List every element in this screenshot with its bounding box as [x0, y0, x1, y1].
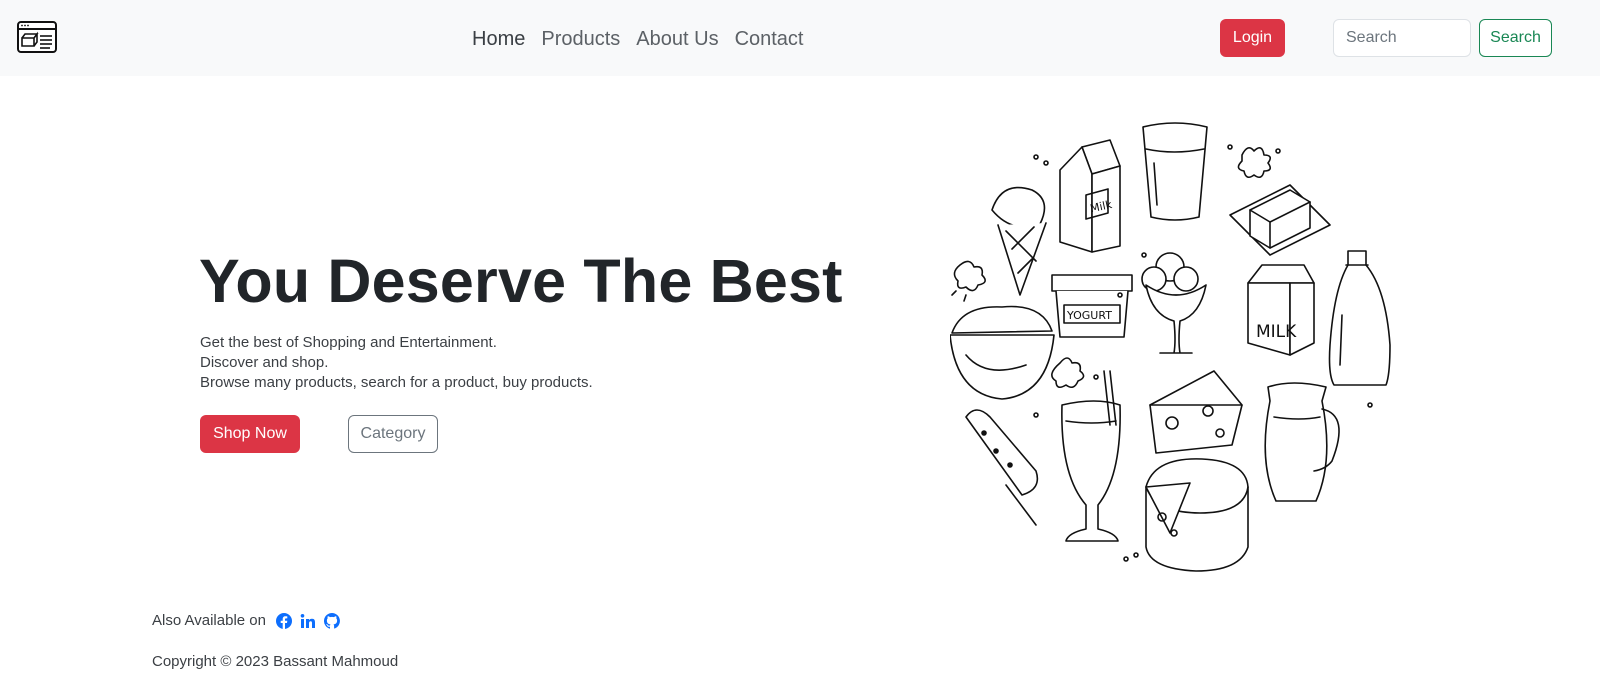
- ice-cream-sundae-icon: [1141, 252, 1207, 354]
- butter-dish-icon: [1229, 184, 1331, 256]
- nav-link-contact[interactable]: Contact: [735, 26, 804, 52]
- search-input[interactable]: [1333, 19, 1471, 57]
- milk-carton-icon: MILK: [1247, 264, 1315, 356]
- popsicle-icon: [965, 409, 1039, 526]
- hero-line: Browse many products, search for a produ…: [200, 374, 593, 391]
- navbar: Home Products About Us Contact Login Sea…: [0, 0, 1600, 76]
- splash-icon: [951, 260, 986, 302]
- brand-logo-icon[interactable]: [16, 20, 58, 54]
- dairy-products-illustration: Milk YOGURT MILK: [949, 115, 1420, 575]
- splash-icon: [1051, 357, 1099, 389]
- footer-available: Also Available on: [152, 612, 340, 629]
- milk-pitcher-icon: [1264, 382, 1340, 502]
- milk-bottle-icon: [1328, 250, 1391, 386]
- search-button[interactable]: Search: [1479, 19, 1552, 57]
- available-label: Also Available on: [152, 612, 266, 629]
- splash-icon: [1227, 144, 1281, 179]
- category-button[interactable]: Category: [348, 415, 438, 453]
- nav-link-about-us[interactable]: About Us: [636, 26, 718, 52]
- ice-cream-cone-icon: [991, 186, 1047, 296]
- yogurt-cup-icon: YOGURT: [1051, 274, 1133, 338]
- login-button[interactable]: Login: [1220, 19, 1285, 57]
- hero-description: Get the best of Shopping and Entertainme…: [200, 333, 593, 393]
- shop-now-button[interactable]: Shop Now: [200, 415, 300, 453]
- github-icon[interactable]: [323, 612, 340, 629]
- nav-link-products[interactable]: Products: [541, 26, 620, 52]
- cheese-wheel-icon: [1145, 458, 1249, 572]
- copyright-text: Copyright © 2023 Bassant Mahmoud: [152, 653, 399, 670]
- hero-line: Discover and shop.: [200, 354, 329, 371]
- cheese-wedge-icon: [1149, 370, 1243, 454]
- svg-text:YOGURT: YOGURT: [1066, 309, 1112, 322]
- hero-title: You Deserve The Best: [199, 247, 843, 315]
- svg-text:MILK: MILK: [1256, 322, 1297, 342]
- linkedin-icon[interactable]: [300, 613, 316, 629]
- social-links: [275, 612, 340, 629]
- nav-links: Home Products About Us Contact: [472, 26, 804, 52]
- glass-icon: [1142, 122, 1208, 221]
- milkshake-glass-icon: [1061, 370, 1121, 542]
- hero-line: Get the best of Shopping and Entertainme…: [200, 334, 497, 351]
- facebook-icon[interactable]: [275, 612, 292, 629]
- nav-link-home[interactable]: Home: [472, 26, 525, 52]
- milk-carton-icon: Milk: [1059, 139, 1121, 253]
- cereal-bowl-icon: [949, 305, 1055, 400]
